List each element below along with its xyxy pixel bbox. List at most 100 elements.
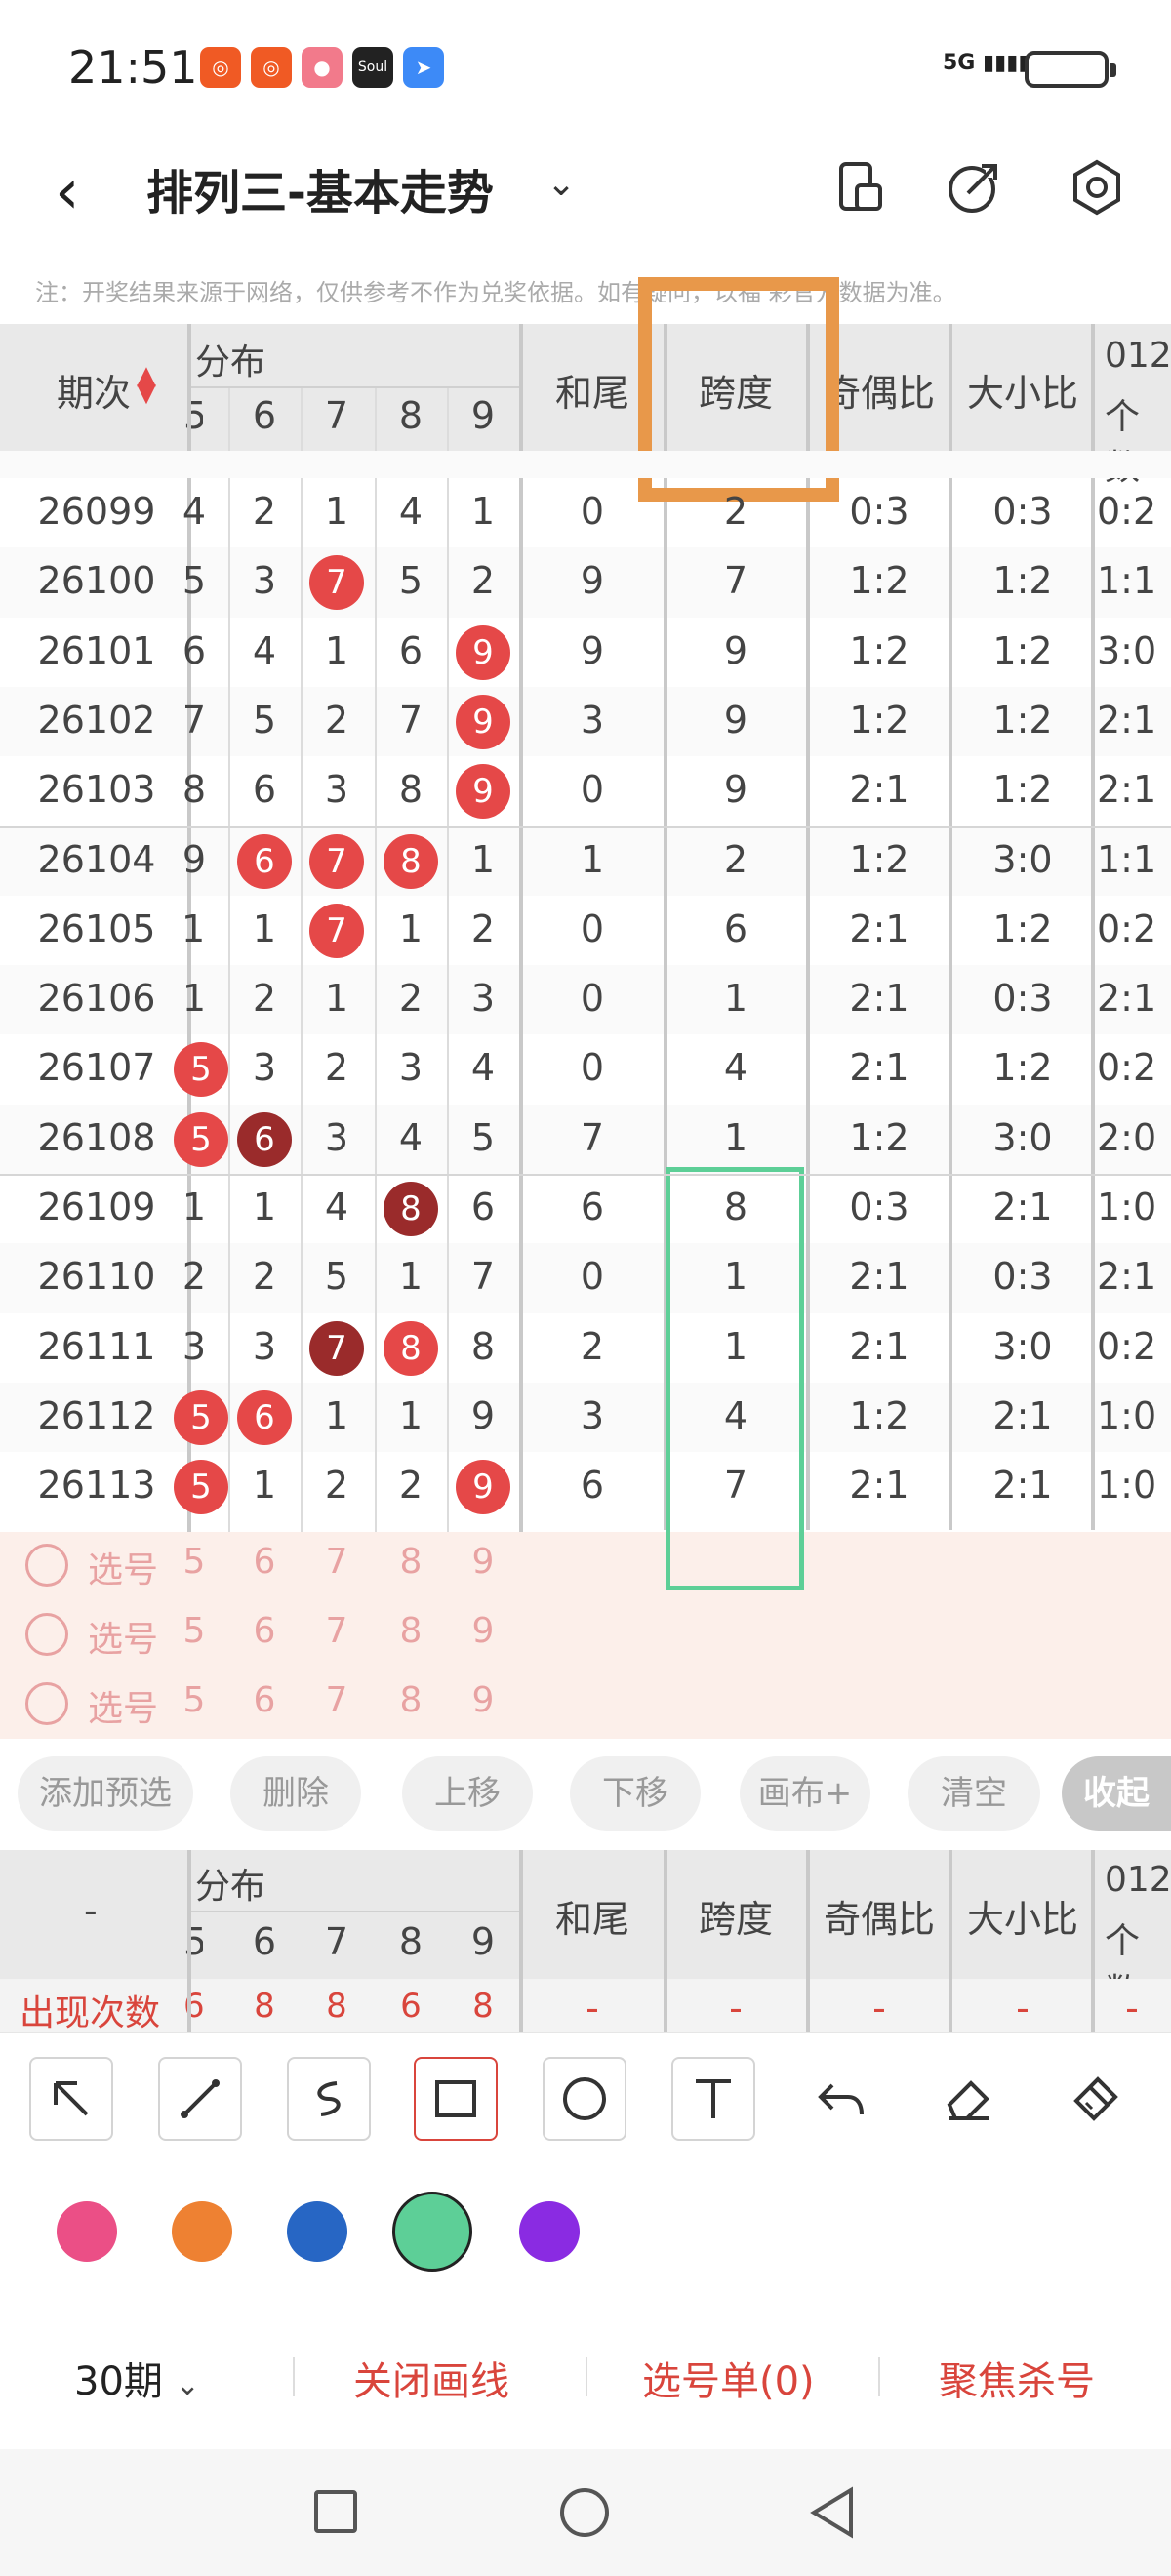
add-preselect-button[interactable]: 添加预选 [18, 1756, 193, 1831]
color-swatch-pink[interactable] [57, 2201, 117, 2262]
sum-tail-cell: 6 [580, 1186, 605, 1228]
arrow-tool-icon[interactable] [29, 2057, 113, 2141]
big-small-header: 大小比 [966, 372, 1078, 415]
odd-even-cell: 1:2 [849, 628, 909, 672]
digit-cell: 3 [182, 1324, 207, 1368]
period-select[interactable]: 30期 ⌄ [74, 2350, 200, 2406]
pick-area [0, 1532, 1171, 1739]
pick-list-button[interactable]: 选号单(0) [642, 2350, 815, 2406]
pick-digit[interactable]: 8 [377, 1611, 445, 1651]
digit-cell: 1 [324, 1393, 349, 1437]
period-header[interactable]: 期次 [57, 363, 131, 417]
count-tail: - [586, 1987, 599, 2030]
text-tool-icon[interactable] [671, 2057, 755, 2141]
curve-tool-icon[interactable] [287, 2057, 371, 2141]
home-icon[interactable] [560, 2488, 609, 2537]
sort-icon[interactable]: ▲ ▼ [137, 363, 156, 406]
hit-ball: 9 [456, 1460, 510, 1515]
sum-tail-cell: 9 [580, 628, 605, 672]
color-swatch-orange[interactable] [172, 2201, 232, 2262]
pick-digit[interactable]: 8 [377, 1680, 445, 1720]
share-icon[interactable] [943, 156, 1005, 219]
pick-digit[interactable]: 6 [230, 1680, 299, 1720]
span-cell: 9 [723, 768, 748, 812]
digit-cell: 3 [470, 977, 496, 1021]
pick-checkbox[interactable] [25, 1613, 68, 1656]
big-small-cell: 1:2 [992, 698, 1053, 742]
chevron-down-icon[interactable]: ⌄ [546, 164, 576, 204]
count-6: 8 [254, 1987, 275, 2026]
pick-digit[interactable]: 7 [303, 1680, 371, 1720]
clear-brush-icon[interactable] [1054, 2057, 1138, 2141]
pick-digit[interactable]: 5 [182, 1542, 207, 1582]
odd-even-cell: 1:2 [849, 837, 909, 881]
span-cell: 1 [723, 1255, 748, 1299]
phone-rotate-icon[interactable] [828, 156, 890, 219]
pick-digit[interactable]: 7 [303, 1611, 371, 1651]
pick-digit[interactable]: 8 [377, 1542, 445, 1582]
close-drawing-button[interactable]: 关闭画线 [353, 2350, 509, 2406]
network-indicator: 5G ▮▮▮▮ [943, 51, 1030, 75]
big-small-cell: 1:2 [992, 906, 1053, 950]
big-small-cell: 0:3 [992, 977, 1053, 1021]
pick-digit[interactable]: 6 [230, 1611, 299, 1651]
digit-cell: 9 [470, 1393, 496, 1437]
pick-checkbox[interactable] [25, 1544, 68, 1587]
digit-cell: 1 [182, 977, 207, 1021]
line-tool-icon[interactable] [158, 2057, 242, 2141]
battery-icon [1025, 51, 1116, 88]
eraser-icon[interactable] [927, 2057, 1011, 2141]
page-title[interactable]: 排列三-基本走势 [146, 154, 494, 222]
digit-cell: 1 [398, 1393, 424, 1437]
color-swatch-green-selected[interactable] [392, 2192, 472, 2272]
count-012: - [1125, 1987, 1139, 2030]
dist-digit-6: 6 [252, 394, 277, 437]
digit-cell: 6 [182, 628, 207, 672]
focus-kill-button[interactable]: 聚焦杀号 [939, 2350, 1095, 2406]
back-icon[interactable]: ‹ [55, 156, 80, 228]
canvas-plus-button[interactable]: 画布+ [740, 1756, 870, 1831]
color-swatch-purple[interactable] [519, 2201, 580, 2262]
move-down-button[interactable]: 下移 [570, 1756, 701, 1831]
pick-digit[interactable]: 9 [449, 1680, 517, 1720]
clear-button[interactable]: 清空 [908, 1756, 1040, 1831]
color-swatch-blue[interactable] [287, 2201, 347, 2262]
back-nav-icon[interactable] [808, 2486, 857, 2539]
undo-icon[interactable] [798, 2057, 882, 2141]
period-cell: 26103 [37, 768, 156, 812]
hit-ball: 7 [309, 833, 364, 889]
status-bar: 21:51 ◎ ◎ ● Soul ➤ 5G ▮▮▮▮ [0, 0, 1171, 146]
settings-icon[interactable] [1066, 156, 1128, 219]
pick-digit[interactable]: 9 [449, 1542, 517, 1582]
odd-even-cell: 2:1 [849, 768, 909, 812]
pick-digit[interactable]: 5 [182, 1611, 207, 1651]
digit-cell: 2 [252, 977, 277, 1021]
big-small-cell: 2:1 [992, 1186, 1053, 1228]
pick-label: 选号 [88, 1689, 159, 1729]
sum-tail-cell: 1 [580, 837, 605, 881]
pick-digit[interactable]: 5 [182, 1680, 207, 1720]
period-cell: 26104 [37, 837, 156, 881]
digit-cell: 6 [252, 768, 277, 812]
sum-tail-cell: 0 [580, 906, 605, 950]
move-up-button[interactable]: 上移 [402, 1756, 533, 1831]
dist-digit-5: 5 [183, 394, 203, 437]
odd-even-cell: 2:1 [849, 1255, 909, 1299]
odd-even-cell: 2:1 [849, 906, 909, 950]
recent-apps-icon[interactable] [314, 2490, 357, 2533]
pick-digit[interactable]: 7 [303, 1542, 371, 1582]
circle-tool-icon[interactable] [543, 2057, 626, 2141]
count-odd: - [872, 1987, 886, 2030]
pick-digit[interactable]: 6 [230, 1542, 299, 1582]
span-cell: 9 [723, 628, 748, 672]
sum-tail-cell: 2 [580, 1324, 605, 1368]
digit-cell: 3 [324, 768, 349, 812]
sum-tail-cell: 0 [580, 1255, 605, 1299]
pick-digit[interactable]: 9 [449, 1611, 517, 1651]
delete-button[interactable]: 删除 [230, 1756, 361, 1831]
rectangle-tool-icon[interactable] [414, 2057, 498, 2141]
digit-cell: 3 [398, 1046, 424, 1090]
count-span: - [729, 1987, 743, 2030]
collapse-button[interactable]: 收起 [1062, 1756, 1171, 1831]
pick-checkbox[interactable] [25, 1682, 68, 1725]
